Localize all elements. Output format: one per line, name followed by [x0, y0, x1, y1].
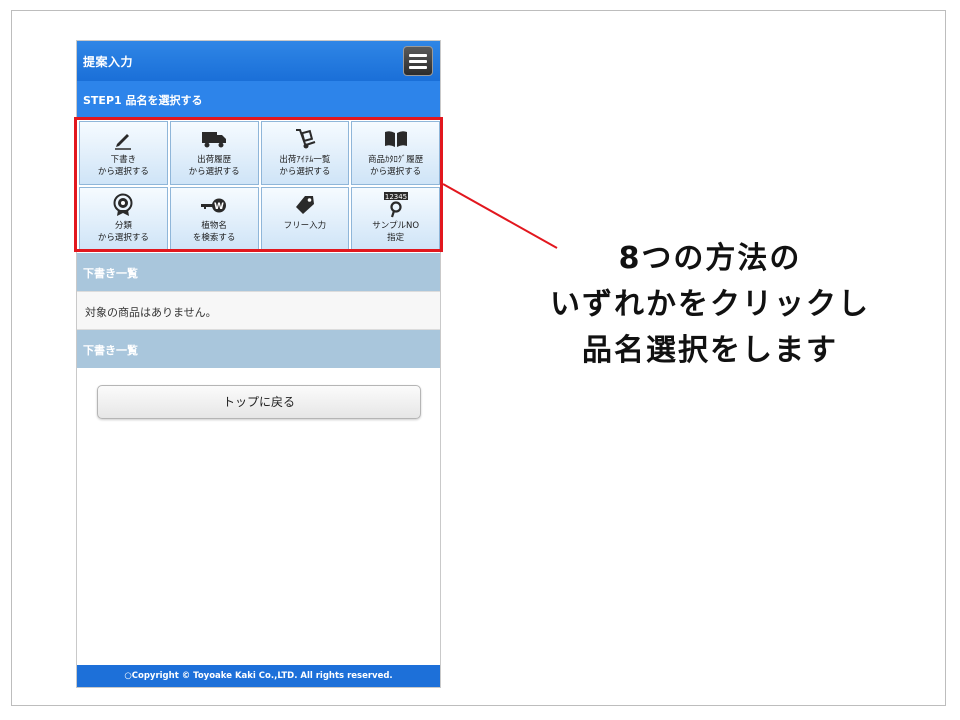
back-to-top-button[interactable]: トップに戻る [97, 385, 421, 419]
method-label-line1: 出荷ｱｲﾃﾑ一覧 [279, 155, 331, 165]
tag-icon [291, 193, 319, 217]
numbered-search-icon-text: 12345 [384, 193, 406, 201]
method-label-line1: 分類 [114, 221, 132, 231]
step-bar: STEP1 品名を選択する [77, 81, 440, 117]
copyright-footer: ○Copyright © Toyoake Kaki Co.,LTD. All r… [77, 665, 440, 687]
app-header: 提案入力 [77, 41, 440, 81]
method-draft-button[interactable]: 下書き から選択する [79, 121, 168, 185]
method-shipping-history-button[interactable]: 出荷履歴 から選択する [169, 121, 259, 185]
method-label-line1: サンプルNO [372, 221, 420, 231]
step-label: STEP1 品名を選択する [83, 94, 203, 107]
svg-text:W: W [214, 202, 224, 212]
method-label-line1: 下書き [110, 155, 137, 165]
hamburger-menu-icon[interactable] [403, 46, 433, 76]
drafts-section-header-2: 下書き一覧 [77, 330, 440, 368]
method-label-line2: から選択する [97, 233, 149, 243]
annotation-line3: 品名選択をします [582, 333, 838, 368]
numbered-search-icon: 12345 [382, 192, 410, 218]
method-free-input-button[interactable]: フリー入力 [260, 187, 350, 251]
method-label-line1: 商品ｶﾀﾛｸﾞ履歴 [367, 155, 424, 165]
phone-screen: 提案入力 STEP1 品名を選択する 下書き から選択する 出荷履歴 から選択す… [76, 40, 441, 688]
method-sample-number-button[interactable]: 12345 サンプルNO 指定 [351, 187, 440, 251]
method-shipping-items-button[interactable]: 出荷ｱｲﾃﾑ一覧 から選択する [260, 121, 350, 185]
empty-message: 対象の商品はありません。 [85, 306, 217, 319]
method-grid: 下書き から選択する 出荷履歴 から選択する 出荷ｱｲﾃﾑ一覧 から選択する 商… [77, 121, 440, 251]
method-grid-area: 下書き から選択する 出荷履歴 から選択する 出荷ｱｲﾃﾑ一覧 から選択する 商… [77, 117, 440, 253]
annotation-line1: 8つの方法の [618, 241, 802, 276]
drafts-section-title-2: 下書き一覧 [83, 344, 138, 357]
method-label-line2: 指定 [387, 233, 405, 243]
annotation-caption: 8つの方法の いずれかをクリックし 品名選択をします [500, 236, 920, 374]
method-label-line2: から選択する [370, 167, 422, 177]
method-label-line2: から選択する [97, 167, 149, 177]
drafts-section-header: 下書き一覧 [77, 253, 440, 291]
page-title: 提案入力 [83, 55, 134, 69]
open-book-icon [382, 127, 410, 151]
key-icon: W [200, 193, 228, 217]
method-category-button[interactable]: 分類 から選択する [79, 187, 168, 251]
pencil-icon [109, 127, 137, 151]
drafts-section-title: 下書き一覧 [83, 267, 138, 280]
drafts-empty-row: 対象の商品はありません。 [77, 291, 440, 330]
hand-truck-icon [291, 127, 319, 151]
method-catalog-history-button[interactable]: 商品ｶﾀﾛｸﾞ履歴 から選択する [351, 121, 440, 185]
method-label-line2: を検索する [192, 233, 236, 243]
method-plant-search-button[interactable]: W 植物名 を検索する [169, 187, 259, 251]
method-label-line1: フリー入力 [283, 221, 327, 231]
flower-badge-icon [109, 193, 137, 217]
method-label-line1: 植物名 [201, 221, 227, 231]
annotation-line2: いずれかをクリックし [550, 287, 870, 322]
method-label-line2: から選択する [279, 167, 331, 177]
method-label-line1: 出荷履歴 [197, 155, 232, 165]
method-label-line2: から選択する [188, 167, 240, 177]
truck-icon [200, 127, 228, 151]
